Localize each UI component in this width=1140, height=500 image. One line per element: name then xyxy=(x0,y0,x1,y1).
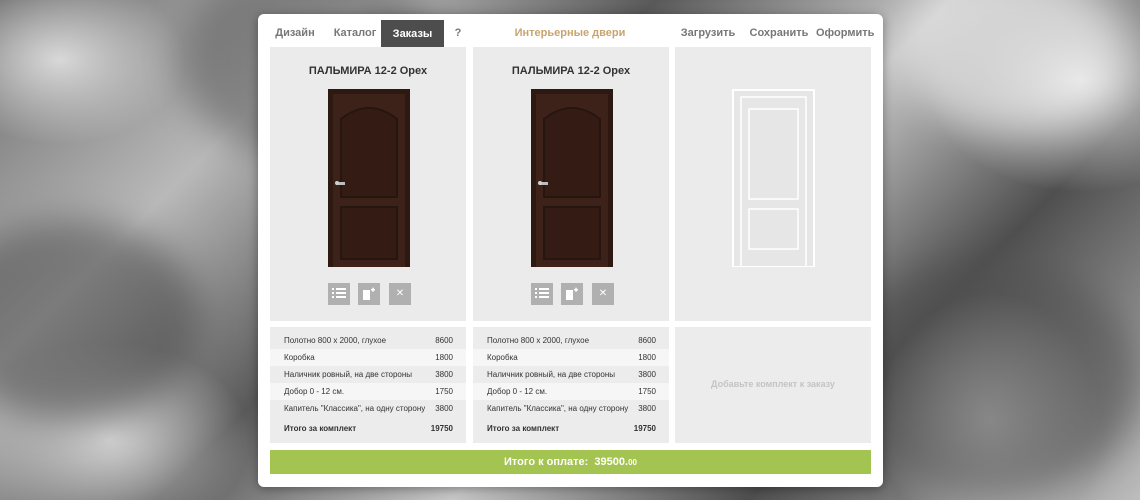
remove-button[interactable]: ✕ xyxy=(592,283,614,305)
save-button[interactable]: Сохранить xyxy=(749,20,809,46)
list-item: Полотно 800 x 2000, глухое 8600 xyxy=(284,336,453,345)
door-image xyxy=(328,89,410,267)
close-icon: ✕ xyxy=(395,288,405,299)
payment-amount: 39500. xyxy=(594,456,629,468)
kit-items-2: Полотно 800 x 2000, глухое 8600 Коробка 18… xyxy=(473,327,669,443)
duplicate-button[interactable] xyxy=(358,283,380,305)
door-image xyxy=(531,89,613,267)
door-card-2: ПАЛЬМИРА 12-2 Орех ✕ xyxy=(473,47,669,321)
list-item: Коробка 1800 xyxy=(270,349,466,366)
add-kit-hint: Добавьте комплект к заказу xyxy=(711,379,835,389)
list-item: Полотно 800 x 2000, глухое 8600 xyxy=(487,336,656,345)
duplicate-button[interactable] xyxy=(561,283,583,305)
tab-design[interactable]: Дизайн xyxy=(272,20,318,46)
tab-orders[interactable]: Заказы xyxy=(381,20,444,48)
tab-catalog[interactable]: Каталог xyxy=(330,20,380,46)
load-button[interactable]: Загрузить xyxy=(678,20,738,46)
kit-items-1: Полотно 800 x 2000, глухое 8600 Коробка 18… xyxy=(270,327,466,443)
checkout-button[interactable]: Оформить xyxy=(816,20,874,46)
door-title: ПАЛЬМИРА 12-2 Орех xyxy=(511,65,631,77)
list-item: Наличник ровный, на две стороны 3800 xyxy=(487,370,656,379)
remove-button[interactable]: ✕ xyxy=(389,283,411,305)
door-placeholder-icon xyxy=(732,89,815,267)
details-list-button[interactable] xyxy=(328,283,350,305)
list-item: Добор 0 - 12 см. 1750 xyxy=(270,383,466,400)
kit-total: Итого за комплект 19750 xyxy=(487,424,656,433)
section-title: Интерьерные двери xyxy=(514,27,626,39)
app-window: Дизайн Каталог Заказы ? Интерьерные двер… xyxy=(258,14,883,487)
payment-cents: 00 xyxy=(628,458,637,467)
door-title: ПАЛЬМИРА 12-2 Орех xyxy=(308,65,428,77)
top-nav: Дизайн Каталог Заказы ? Интерьерные двер… xyxy=(258,14,883,48)
list-item: Коробка 1800 xyxy=(473,349,669,366)
empty-door-slot[interactable] xyxy=(675,47,871,321)
list-item: Наличник ровный, на две стороны 3800 xyxy=(284,370,453,379)
list-icon xyxy=(535,288,549,298)
list-icon xyxy=(332,288,346,298)
kit-total: Итого за комплект 19750 xyxy=(284,424,453,433)
empty-kit-panel[interactable]: Добавьте комплект к заказу xyxy=(675,327,871,443)
close-icon: ✕ xyxy=(598,288,608,299)
payment-label: Итого к оплате: xyxy=(504,456,589,468)
door-card-1: ПАЛЬМИРА 12-2 Орех ✕ xyxy=(270,47,466,321)
list-item: Капитель "Классика", на одну сторону 3800 xyxy=(487,404,656,413)
copy-add-icon xyxy=(363,287,375,300)
details-list-button[interactable] xyxy=(531,283,553,305)
copy-add-icon xyxy=(566,287,578,300)
tab-help[interactable]: ? xyxy=(448,20,468,46)
payment-total-bar[interactable]: Итого к оплате: 39500.00 xyxy=(270,450,871,474)
list-item: Добор 0 - 12 см. 1750 xyxy=(473,383,669,400)
list-item: Капитель "Классика", на одну сторону 3800 xyxy=(284,404,453,413)
